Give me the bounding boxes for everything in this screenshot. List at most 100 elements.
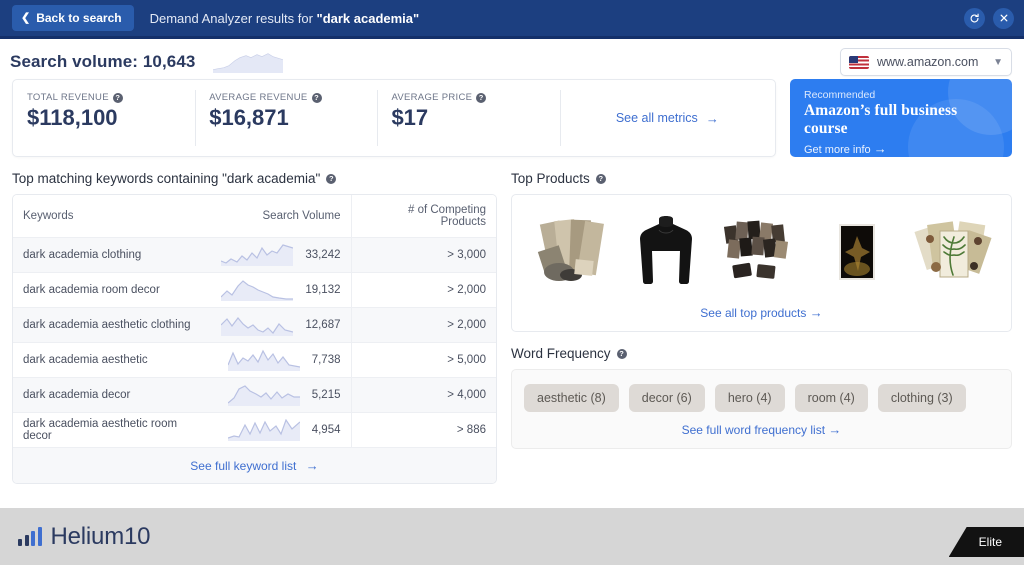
vintage-ephemera-pack-thumbnail[interactable] (911, 212, 995, 292)
marketplace-label: www.amazon.com (877, 55, 985, 69)
word-frequency-chip[interactable]: room (4) (795, 384, 868, 412)
help-icon[interactable]: ? (312, 93, 322, 103)
column-header-competing-products[interactable]: # of Competing Products (351, 195, 496, 238)
promo-kicker: Recommended (804, 89, 998, 101)
see-full-keyword-list-link[interactable]: See full keyword list → (13, 448, 496, 483)
section-spacer (511, 332, 1012, 346)
cell-search-volume: 4,954 (211, 413, 351, 448)
metric-average-revenue: AVERAGE REVENUE ? $16,871 (195, 80, 377, 156)
word-frequency-section-title: Word Frequency ? (511, 346, 1012, 361)
footer-bar: Helium10 Elite (0, 508, 1024, 565)
metric-total-revenue-value: $118,100 (27, 105, 195, 131)
word-frequency-chip[interactable]: aesthetic (8) (524, 384, 619, 412)
arrow-right-icon: → (706, 111, 719, 126)
table-header-row: Keywords Search Volume # of Competing Pr… (13, 195, 496, 238)
see-full-word-frequency-list-label: See full word frequency list (682, 423, 825, 437)
table-row[interactable]: dark academia aesthetic 7,738 (13, 343, 496, 378)
help-icon[interactable]: ? (476, 93, 486, 103)
cell-keyword: dark academia aesthetic (13, 343, 211, 378)
keywords-section-title-text: Top matching keywords containing "dark a… (12, 171, 320, 186)
word-frequency-chip[interactable]: decor (6) (629, 384, 705, 412)
cell-competing-products: > 4,000 (351, 378, 496, 413)
promo-title: Amazon’s full business course (804, 102, 998, 138)
promo-cta[interactable]: Get more info → (804, 141, 998, 156)
metric-average-revenue-label: AVERAGE REVENUE ? (209, 92, 377, 103)
dark-photo-collage-kit-thumbnail[interactable] (719, 212, 803, 292)
see-all-top-products-label: See all top products (700, 306, 806, 320)
help-icon[interactable]: ? (326, 174, 336, 184)
row-sparkline (221, 314, 293, 336)
promo-cta-label: Get more info (804, 144, 871, 156)
search-volume-label: Search volume: (10, 52, 138, 71)
search-volume-number: 33,242 (305, 249, 340, 261)
cell-competing-products: > 2,000 (351, 273, 496, 308)
column-header-search-volume[interactable]: Search Volume (211, 195, 351, 238)
arrow-right-icon: → (874, 141, 887, 156)
cell-competing-products: > 5,000 (351, 343, 496, 378)
see-all-metrics-link[interactable]: See all metrics → (560, 80, 775, 156)
arrow-right-icon: → (828, 422, 841, 437)
top-products-row (522, 209, 1001, 295)
keywords-section-title: Top matching keywords containing "dark a… (12, 171, 497, 186)
cell-search-volume: 12,687 (211, 308, 351, 343)
search-volume-number: 7,738 (312, 354, 341, 366)
search-volume-number: 5,215 (312, 389, 341, 401)
helium10-logo[interactable]: Helium10 (18, 523, 150, 551)
word-frequency-chip[interactable]: hero (4) (715, 384, 785, 412)
arrow-right-icon: → (306, 458, 319, 473)
black-turtleneck-top-thumbnail[interactable] (624, 212, 708, 292)
table-row[interactable]: dark academia decor 5,215 (13, 378, 496, 413)
metrics-card: TOTAL REVENUE ? $118,100 AVERAGE REVENUE… (12, 79, 776, 157)
keywords-panel: Keywords Search Volume # of Competing Pr… (12, 194, 497, 484)
cell-competing-products: > 3,000 (351, 238, 496, 273)
refresh-icon[interactable] (964, 8, 985, 29)
back-to-search-button[interactable]: ❮ Back to search (12, 5, 134, 31)
bar-chart-logo-icon (18, 528, 42, 546)
cell-search-volume: 7,738 (211, 343, 351, 378)
brand-name: Helium (51, 523, 124, 550)
see-all-metrics-label: See all metrics (616, 111, 698, 125)
dark-framed-art-print-thumbnail[interactable] (815, 212, 899, 292)
marketplace-select[interactable]: www.amazon.com ▼ (840, 48, 1012, 76)
row-sparkline (228, 349, 300, 371)
metric-average-revenue-value: $16,871 (209, 105, 377, 131)
table-row[interactable]: dark academia room decor 19,132 (13, 273, 496, 308)
row-sparkline (228, 384, 300, 406)
metric-total-revenue: TOTAL REVENUE ? $118,100 (13, 80, 195, 156)
search-volume-sparkline (213, 51, 283, 73)
table-row[interactable]: dark academia aesthetic room decor 4,954 (13, 413, 496, 448)
page-title-query: "dark academia" (317, 11, 420, 26)
search-volume-value: 10,643 (143, 52, 196, 71)
metric-average-price-label: AVERAGE PRICE ? (391, 92, 559, 103)
cell-keyword: dark academia clothing (13, 238, 211, 273)
table-row[interactable]: dark academia aesthetic clothing 12,687 (13, 308, 496, 343)
metric-label-text: AVERAGE REVENUE (209, 92, 307, 103)
word-frequency-chip[interactable]: clothing (3) (878, 384, 966, 412)
promo-banner[interactable]: Recommended Amazon’s full business cours… (790, 79, 1012, 157)
see-all-top-products-link[interactable]: See all top products → (522, 295, 1001, 331)
metric-label-text: AVERAGE PRICE (391, 92, 472, 103)
search-volume-text: Search volume: 10,643 (10, 52, 195, 72)
help-icon[interactable]: ? (596, 174, 606, 184)
keywords-column: Top matching keywords containing "dark a… (12, 171, 497, 484)
products-section-title-text: Top Products (511, 171, 590, 186)
main-columns: Top matching keywords containing "dark a… (0, 157, 1024, 484)
row-sparkline (221, 279, 293, 301)
table-row[interactable]: dark academia clothing 33,242 (13, 238, 496, 273)
cell-competing-products: > 2,000 (351, 308, 496, 343)
page-title: Demand Analyzer results for "dark academ… (150, 11, 420, 26)
column-header-keywords[interactable]: Keywords (13, 195, 211, 238)
scrapbook-paper-pack-thumbnail[interactable] (528, 212, 612, 292)
help-icon[interactable]: ? (617, 349, 627, 359)
elite-badge[interactable]: Elite (949, 527, 1024, 557)
search-volume-number: 19,132 (305, 284, 340, 296)
demand-analyzer-window: ❮ Back to search Demand Analyzer results… (0, 0, 1024, 565)
back-to-search-label: Back to search (36, 11, 121, 25)
help-icon[interactable]: ? (113, 93, 123, 103)
top-bar: ❮ Back to search Demand Analyzer results… (0, 0, 1024, 36)
see-full-word-frequency-list-link[interactable]: See full word frequency list → (524, 412, 999, 448)
search-volume-number: 4,954 (312, 424, 341, 436)
cell-competing-products: > 886 (351, 413, 496, 448)
close-icon[interactable] (993, 8, 1014, 29)
search-volume-number: 12,687 (305, 319, 340, 331)
